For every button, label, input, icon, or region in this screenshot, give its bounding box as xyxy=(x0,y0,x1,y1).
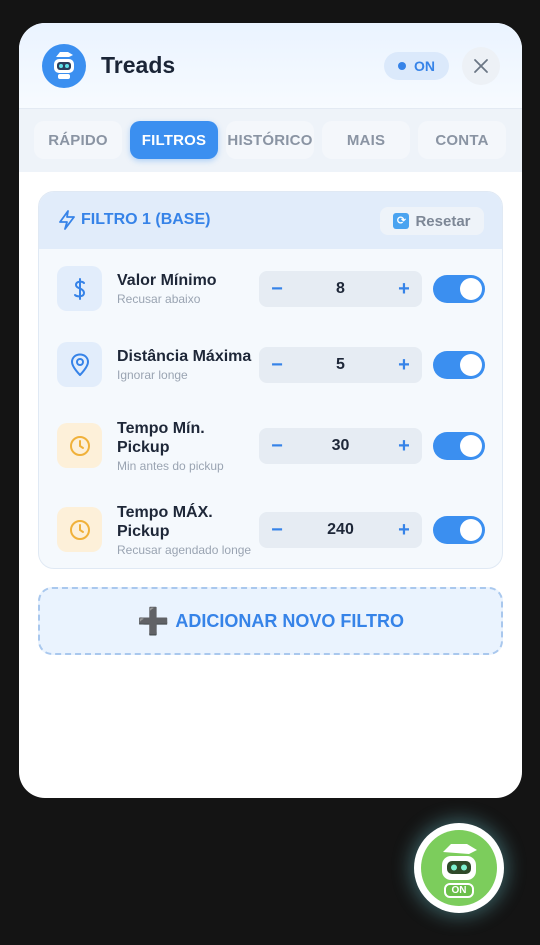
filter-label: Tempo MÁX. Pickup xyxy=(117,504,213,540)
decrement-button[interactable]: − xyxy=(259,428,295,464)
status-badge[interactable]: ON xyxy=(384,52,449,80)
decrement-button[interactable]: − xyxy=(259,512,295,548)
filter-label: Distância Máxima xyxy=(117,348,252,365)
filter-label: Tempo Mín. Pickup xyxy=(117,420,205,456)
refresh-icon: ⟳ xyxy=(393,213,410,229)
toggle-knob xyxy=(460,519,482,541)
toggle-knob xyxy=(460,435,482,457)
value-stepper: − 30 + xyxy=(259,428,422,464)
stepper-value[interactable]: 240 xyxy=(295,512,386,548)
stepper-value[interactable]: 30 xyxy=(295,428,386,464)
increment-button[interactable]: + xyxy=(386,347,422,383)
tab-historico[interactable]: HISTÓRICO xyxy=(226,121,314,159)
filter-row-tempo-min-pickup: Tempo Mín. Pickup Min antes do pickup − … xyxy=(39,411,502,481)
location-pin-icon xyxy=(57,342,102,387)
value-stepper: − 240 + xyxy=(259,512,422,548)
filter-row-tempo-max-pickup: Tempo MÁX. Pickup Recusar agendado longe… xyxy=(39,495,502,565)
reset-button[interactable]: ⟳ Resetar xyxy=(380,207,484,235)
close-button[interactable] xyxy=(462,47,500,85)
stepper-value[interactable]: 5 xyxy=(295,347,386,383)
status-dot-icon xyxy=(398,62,406,70)
close-icon xyxy=(474,59,488,73)
add-filter-button[interactable]: ➕ ADICIONAR NOVO FILTRO xyxy=(38,587,503,655)
filter-card-header: FILTRO 1 (BASE) ⟳ Resetar xyxy=(39,192,502,249)
decrement-button[interactable]: − xyxy=(259,347,295,383)
filter-sublabel: Ignorar longe xyxy=(117,368,188,382)
tab-filtros[interactable]: FILTROS xyxy=(130,121,218,159)
fab-on-badge: ON xyxy=(444,883,474,898)
filter-sublabel: Min antes do pickup xyxy=(117,459,224,473)
stepper-value[interactable]: 8 xyxy=(295,271,386,307)
panel-header: Treads ON xyxy=(19,23,522,109)
filter-sublabel: Recusar abaixo xyxy=(117,292,201,306)
add-filter-label: ADICIONAR NOVO FILTRO xyxy=(175,610,405,631)
tab-mais[interactable]: MAIS xyxy=(322,121,410,159)
clock-icon xyxy=(57,507,102,552)
filter-toggle[interactable] xyxy=(433,516,485,544)
filter-row-distancia-maxima: Distância Máxima Ignorar longe − 5 + xyxy=(39,331,502,401)
filter-toggle[interactable] xyxy=(433,351,485,379)
lightning-icon xyxy=(59,210,75,230)
filter-toggle[interactable] xyxy=(433,432,485,460)
app-title: Treads xyxy=(101,52,176,78)
increment-button[interactable]: + xyxy=(386,512,422,548)
robot-fab-icon: ON xyxy=(421,830,497,906)
clock-icon xyxy=(57,423,102,468)
floating-action-button[interactable]: ON xyxy=(414,823,504,913)
toggle-knob xyxy=(460,354,482,376)
increment-button[interactable]: + xyxy=(386,428,422,464)
status-badge-label: ON xyxy=(414,58,435,74)
filter-card: FILTRO 1 (BASE) ⟳ Resetar Valor Mínimo R… xyxy=(38,191,503,569)
tab-rapido[interactable]: RÁPIDO xyxy=(34,121,122,159)
filter-card-title: FILTRO 1 (BASE) xyxy=(81,211,211,228)
filter-row-valor-minimo: Valor Mínimo Recusar abaixo − 8 + xyxy=(39,255,502,325)
filter-toggle[interactable] xyxy=(433,275,485,303)
dollar-icon xyxy=(57,266,102,311)
value-stepper: − 5 + xyxy=(259,347,422,383)
filter-label: Valor Mínimo xyxy=(117,272,217,289)
filters-panel: Treads ON RÁPIDO FILTROS HISTÓRICO MAIS … xyxy=(19,23,522,798)
robot-logo-icon xyxy=(54,52,74,79)
tab-conta[interactable]: CONTA xyxy=(418,121,506,159)
decrement-button[interactable]: − xyxy=(259,271,295,307)
toggle-knob xyxy=(460,278,482,300)
filter-sublabel: Recusar agendado longe xyxy=(117,543,252,557)
app-logo xyxy=(42,44,86,88)
tab-bar: RÁPIDO FILTROS HISTÓRICO MAIS CONTA xyxy=(19,109,522,172)
reset-label: Resetar xyxy=(415,212,471,230)
plus-icon: ➕ xyxy=(136,606,170,636)
increment-button[interactable]: + xyxy=(386,271,422,307)
value-stepper: − 8 + xyxy=(259,271,422,307)
